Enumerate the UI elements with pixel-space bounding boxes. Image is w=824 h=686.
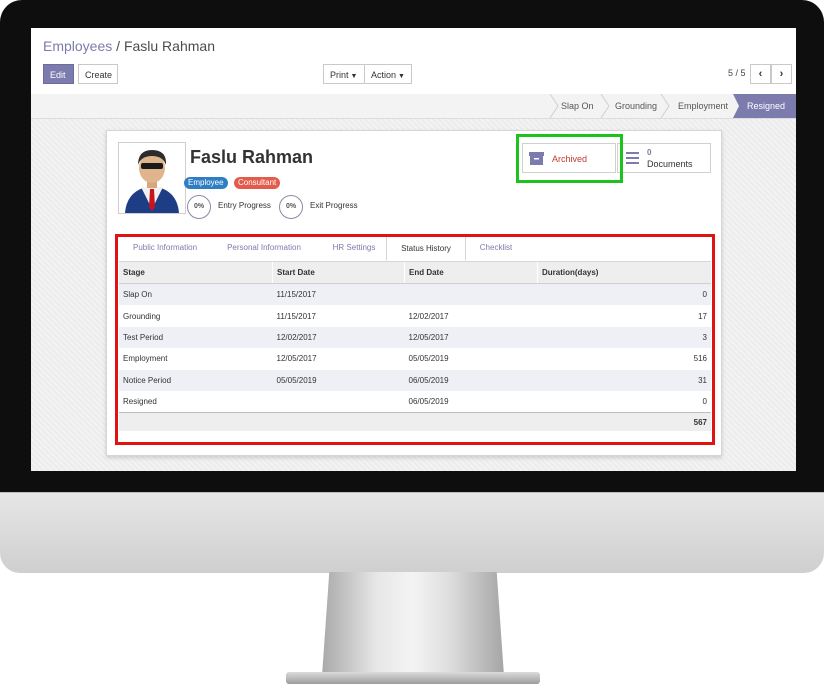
caret-down-icon: ▼ bbox=[350, 73, 358, 80]
control-panel: Employees / Faslu Rahman Edit Create Pri… bbox=[31, 28, 796, 95]
stage-divider-icon bbox=[549, 94, 559, 118]
employee-name: Faslu Rahman bbox=[190, 147, 314, 167]
stage-slap-on[interactable]: Slap On bbox=[561, 94, 594, 118]
documents-count: 0 bbox=[647, 148, 652, 157]
monitor-stand bbox=[322, 572, 504, 676]
breadcrumb-employees-link[interactable]: Employees bbox=[43, 38, 112, 54]
monitor-base bbox=[286, 672, 540, 684]
action-button[interactable]: Action ▼ bbox=[364, 64, 412, 84]
employee-photo[interactable] bbox=[118, 142, 186, 214]
app-screen: Employees / Faslu Rahman Edit Create Pri… bbox=[31, 28, 796, 471]
stage-employment[interactable]: Employment bbox=[678, 94, 728, 118]
breadcrumb: Employees / Faslu Rahman bbox=[43, 38, 215, 54]
exit-progress-circle: 0% bbox=[279, 195, 303, 219]
employee-form-sheet: Faslu Rahman Employee Consultant 0% Entr… bbox=[106, 130, 722, 456]
tag-employee[interactable]: Employee bbox=[184, 177, 228, 189]
stage-resigned[interactable]: Resigned bbox=[733, 94, 796, 118]
pager-value[interactable]: 5 / 5 bbox=[728, 68, 746, 78]
entry-progress-label: Entry Progress bbox=[218, 201, 271, 210]
create-button[interactable]: Create bbox=[78, 64, 118, 84]
list-icon bbox=[626, 152, 639, 164]
caret-down-icon: ▼ bbox=[398, 73, 405, 80]
tag-consultant[interactable]: Consultant bbox=[234, 177, 281, 189]
exit-progress-label: Exit Progress bbox=[310, 201, 358, 210]
action-label: Action bbox=[371, 70, 397, 80]
print-button[interactable]: Print ▼ bbox=[323, 64, 365, 84]
monitor-chin bbox=[0, 492, 824, 573]
highlight-archived bbox=[516, 134, 623, 183]
stage-grounding[interactable]: Grounding bbox=[615, 94, 657, 118]
documents-button[interactable]: 0 Documents bbox=[617, 143, 711, 173]
entry-progress-circle: 0% bbox=[187, 195, 211, 219]
print-label: Print bbox=[330, 70, 349, 80]
stage-statusbar: Slap On Grounding Employment Resigned bbox=[31, 94, 796, 119]
avatar-icon bbox=[125, 150, 179, 213]
stage-divider-icon bbox=[600, 94, 610, 118]
chevron-left-icon[interactable]: ‹ bbox=[750, 64, 771, 84]
breadcrumb-separator: / bbox=[116, 38, 121, 54]
stage-divider-icon bbox=[660, 94, 670, 118]
documents-label: Documents bbox=[647, 159, 693, 169]
edit-button[interactable]: Edit bbox=[43, 64, 74, 84]
highlight-status-history bbox=[115, 234, 715, 445]
chevron-right-icon[interactable]: › bbox=[771, 64, 792, 84]
breadcrumb-current: Faslu Rahman bbox=[123, 38, 215, 54]
